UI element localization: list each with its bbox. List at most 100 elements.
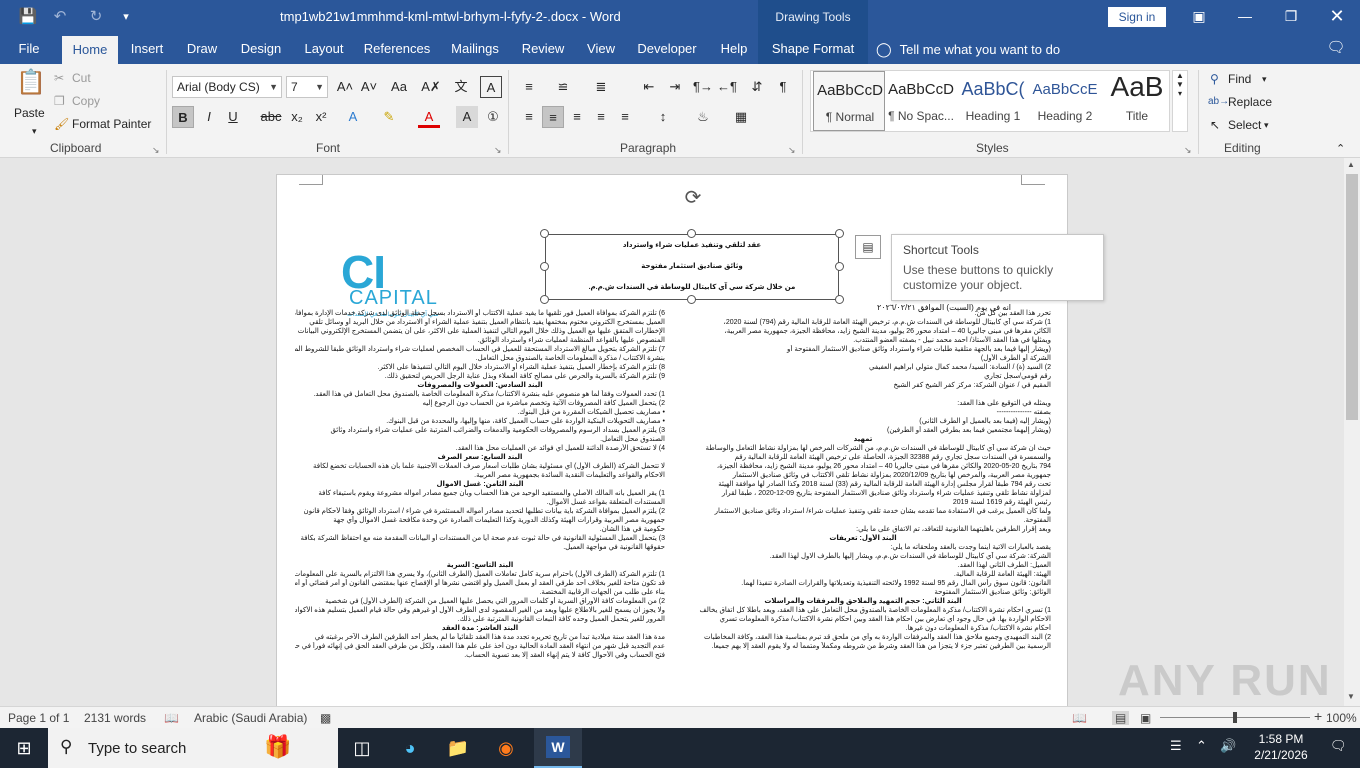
task-view-icon[interactable]: ◫ [344,734,380,762]
title-textbox[interactable]: عقد لتلقي وتنفيذ عمليات شراء واسترداد وث… [545,234,839,300]
numbering-icon[interactable]: ≌ [552,76,574,98]
enclose-characters-icon[interactable]: ① [482,106,504,128]
align-center-icon[interactable]: ≡ [542,106,564,128]
zoom-in-icon[interactable]: + [1314,708,1322,724]
tab-file[interactable]: File [8,34,50,64]
paragraph-launcher-icon[interactable]: ↘ [788,141,796,159]
justify-icon[interactable]: ≡ [590,106,612,128]
style-title[interactable]: AaB Title [1101,71,1173,131]
collapse-ribbon-icon[interactable]: ⌃ [1336,140,1345,158]
style-no-spacing[interactable]: AaBbCcD ¶ No Spac... [885,71,957,131]
superscript-button[interactable]: x² [310,106,332,128]
redo-icon[interactable]: ↻ [84,7,108,27]
tab-mailings[interactable]: Mailings [444,34,506,64]
decrease-indent-icon[interactable]: ⇤ [638,76,660,98]
tab-view[interactable]: View [580,34,622,64]
tab-home[interactable]: Home [62,36,118,64]
print-layout-icon[interactable]: ▤ [1112,711,1130,725]
font-size-combo[interactable]: 7 ▼ [286,76,328,98]
document-area[interactable]: CI CAPITAL سي آي كابيتال للوساطة في السن… [0,158,1344,706]
font-name-combo[interactable]: Arial (Body CS) ▼ [172,76,282,98]
vertical-scrollbar[interactable]: ▲ ▼ [1344,158,1360,706]
customize-qat-icon[interactable]: ▾ [114,7,138,27]
italic-button[interactable]: I [198,106,220,128]
scroll-down-icon[interactable]: ▼ [1347,692,1355,701]
shrink-font-icon[interactable]: A˅ [358,76,380,98]
tab-review[interactable]: Review [516,34,570,64]
copy-icon[interactable]: ❐ [54,92,65,110]
resize-handle[interactable] [687,229,696,238]
tab-layout[interactable]: Layout [298,34,350,64]
increase-indent-icon[interactable]: ⇥ [664,76,686,98]
cut-icon[interactable]: ✂ [54,69,64,87]
copy-button[interactable]: Copy [72,92,100,110]
paste-button[interactable]: Paste [14,104,45,122]
subscript-button[interactable]: x₂ [286,106,308,128]
edge-browser-icon[interactable]: ◕ [392,734,428,762]
styles-gallery-scroll[interactable]: ▲ ▼ ▾ [1172,70,1188,132]
find-button[interactable]: Find [1228,70,1251,88]
notifications-icon[interactable]: 🗨 [1330,738,1347,754]
resize-handle[interactable] [835,295,844,304]
format-painter-icon[interactable]: 🖌 [54,115,69,133]
styles-launcher-icon[interactable]: ↘ [1184,141,1192,159]
zoom-level[interactable]: 100% [1326,711,1357,725]
bullets-icon[interactable]: ≡ [518,76,540,98]
grow-font-icon[interactable]: A˄ [334,76,356,98]
layout-options-icon[interactable]: ▤ [855,235,881,259]
bold-button[interactable]: B [172,106,194,128]
taskbar-search-box[interactable]: ⚲ Type to search 🎁 [48,728,338,768]
maximize-button[interactable]: ❐ [1268,0,1314,34]
align-left-icon[interactable]: ≡ [518,106,540,128]
word-count[interactable]: 2131 words [84,711,146,725]
chevron-down-icon[interactable]: ▾ [1262,70,1267,88]
resize-handle[interactable] [835,229,844,238]
volume-icon[interactable]: 🔊 [1220,738,1236,754]
character-border-icon[interactable]: A [480,76,502,98]
replace-button[interactable]: Replace [1228,93,1272,111]
style-heading-2[interactable]: AaBbCcE Heading 2 [1029,71,1101,131]
resize-handle[interactable] [540,229,549,238]
resize-handle[interactable] [540,295,549,304]
word-taskbar-button[interactable]: W [534,728,582,768]
paste-dropdown-icon[interactable]: ▾ [32,122,37,140]
zoom-slider-thumb[interactable] [1233,712,1237,723]
ribbon-display-icon[interactable]: ▣ [1176,0,1222,34]
cut-button[interactable]: Cut [72,69,91,87]
tell-me-search[interactable]: ◯ Tell me what you want to do [876,34,1060,64]
taskbar-clock[interactable]: 1:58 PM 2/21/2026 [1246,731,1316,763]
select-button[interactable]: Select [1228,116,1261,134]
undo-icon[interactable]: ↶ [48,7,72,27]
character-shading-icon[interactable]: A [456,106,478,128]
tab-draw[interactable]: Draw [180,34,224,64]
accessibility-icon[interactable]: ▩ [320,711,331,725]
underline-button[interactable]: U [222,106,244,128]
paste-icon[interactable]: 📋 [16,71,46,102]
read-mode-icon[interactable]: 📖 [1072,711,1087,725]
chevron-down-icon[interactable]: ▾ [1264,116,1269,134]
ltr-direction-icon[interactable]: ¶→ [692,76,714,98]
multilevel-list-icon[interactable]: ≣ [590,76,612,98]
tab-design[interactable]: Design [234,34,288,64]
proofing-icon[interactable]: 📖 [164,711,179,725]
resize-handle[interactable] [687,295,696,304]
rotate-handle-icon[interactable]: ⟳ [682,187,704,209]
windows-start-icon[interactable]: ⊞ [0,728,48,768]
firefox-icon[interactable]: ◉ [488,734,524,762]
resize-handle[interactable] [835,262,844,271]
close-button[interactable]: ✕ [1314,0,1360,34]
tab-developer[interactable]: Developer [632,34,702,64]
clear-formatting-icon[interactable]: A✗ [420,76,442,98]
web-layout-icon[interactable]: ▣ [1140,711,1151,725]
tab-shape-format[interactable]: Shape Format [758,34,868,64]
show-formatting-marks-icon[interactable]: ¶ [772,76,794,98]
phonetic-guide-icon[interactable]: 文 [450,76,472,98]
network-icon[interactable]: ☰ [1170,738,1182,754]
highlight-color-icon[interactable]: ✎ [378,106,400,128]
style-heading-1[interactable]: AaBbC( Heading 1 [957,71,1029,131]
comments-icon[interactable]: 🗨 [1324,38,1348,58]
sort-icon[interactable]: ⇵ [746,76,768,98]
file-explorer-icon[interactable]: 📁 [440,734,476,762]
resize-handle[interactable] [540,262,549,271]
text-effects-icon[interactable]: A [342,106,364,128]
